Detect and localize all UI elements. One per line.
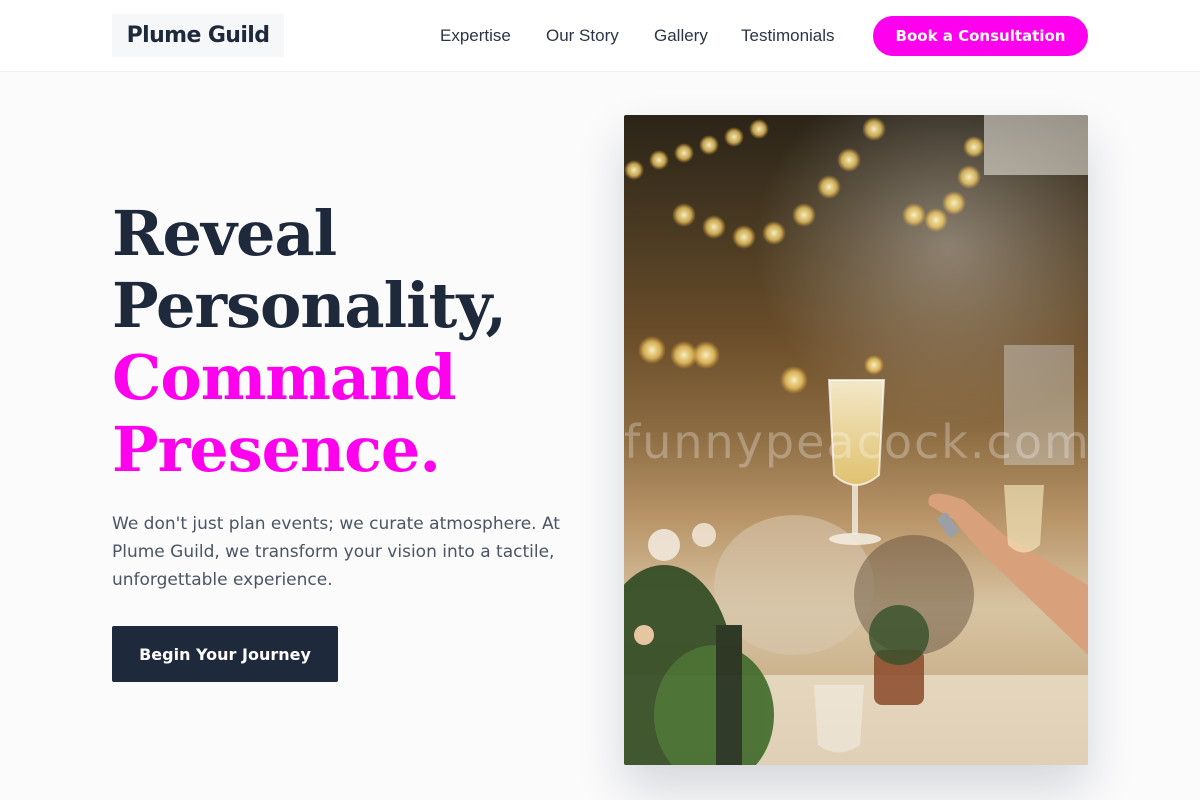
hero-headline: Reveal Personality, Command Presence. xyxy=(112,198,592,486)
watermark: funnypeacock.com xyxy=(624,415,1088,469)
nav-link-gallery[interactable]: Gallery xyxy=(654,24,708,48)
hero-photo: funnypeacock.com xyxy=(624,115,1088,765)
nav-link-our-story[interactable]: Our Story xyxy=(546,24,619,48)
window-light xyxy=(984,115,1088,175)
glass xyxy=(814,685,864,753)
nav-link-expertise[interactable]: Expertise xyxy=(440,24,511,48)
headline-line: Reveal xyxy=(112,197,337,270)
headline-line: Personality, xyxy=(112,269,507,342)
plant-leaves xyxy=(869,605,929,665)
site-header: Plume Guild Expertise Our Story Gallery … xyxy=(0,0,1200,72)
headline-accent-line: Command xyxy=(112,341,457,414)
hero-description: We don't just plan events; we curate atm… xyxy=(112,514,560,590)
begin-journey-button[interactable]: Begin Your Journey xyxy=(112,626,338,682)
string-lights xyxy=(624,117,985,394)
headline-accent-line: Presence. xyxy=(112,413,441,486)
glass xyxy=(1004,485,1044,553)
book-consultation-button[interactable]: Book a Consultation xyxy=(873,16,1088,56)
brand-logo[interactable]: Plume Guild xyxy=(112,14,284,57)
nav-link-testimonials[interactable]: Testimonials xyxy=(741,24,835,48)
